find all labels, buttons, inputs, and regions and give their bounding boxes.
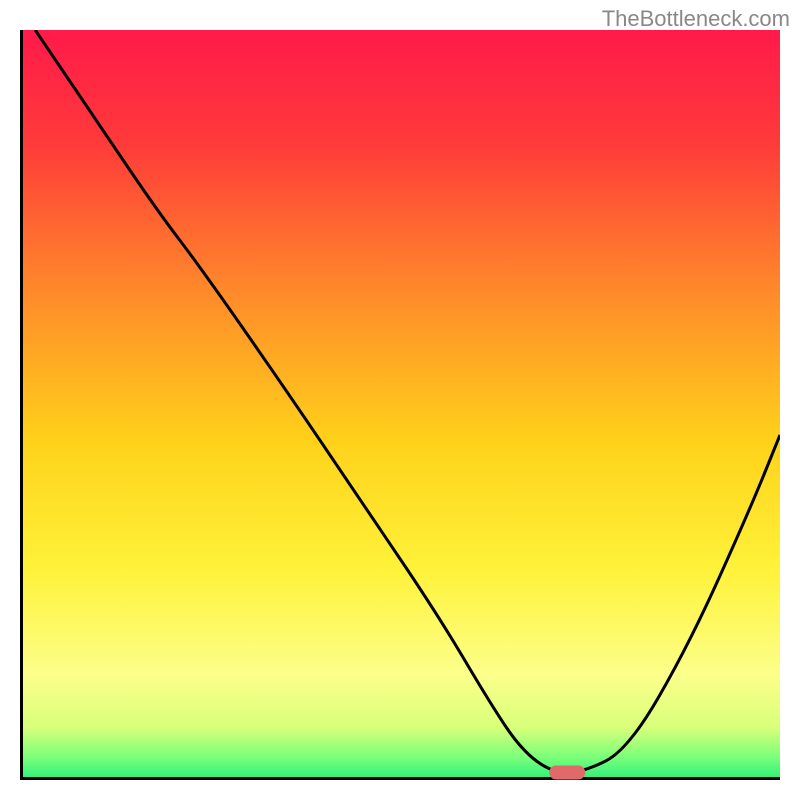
plot-area [20, 30, 780, 780]
chart-background [20, 30, 780, 780]
chart-svg [20, 30, 780, 780]
chart-container: TheBottleneck.com [0, 0, 800, 800]
watermark-text: TheBottleneck.com [602, 6, 790, 32]
optimal-marker [549, 766, 585, 780]
